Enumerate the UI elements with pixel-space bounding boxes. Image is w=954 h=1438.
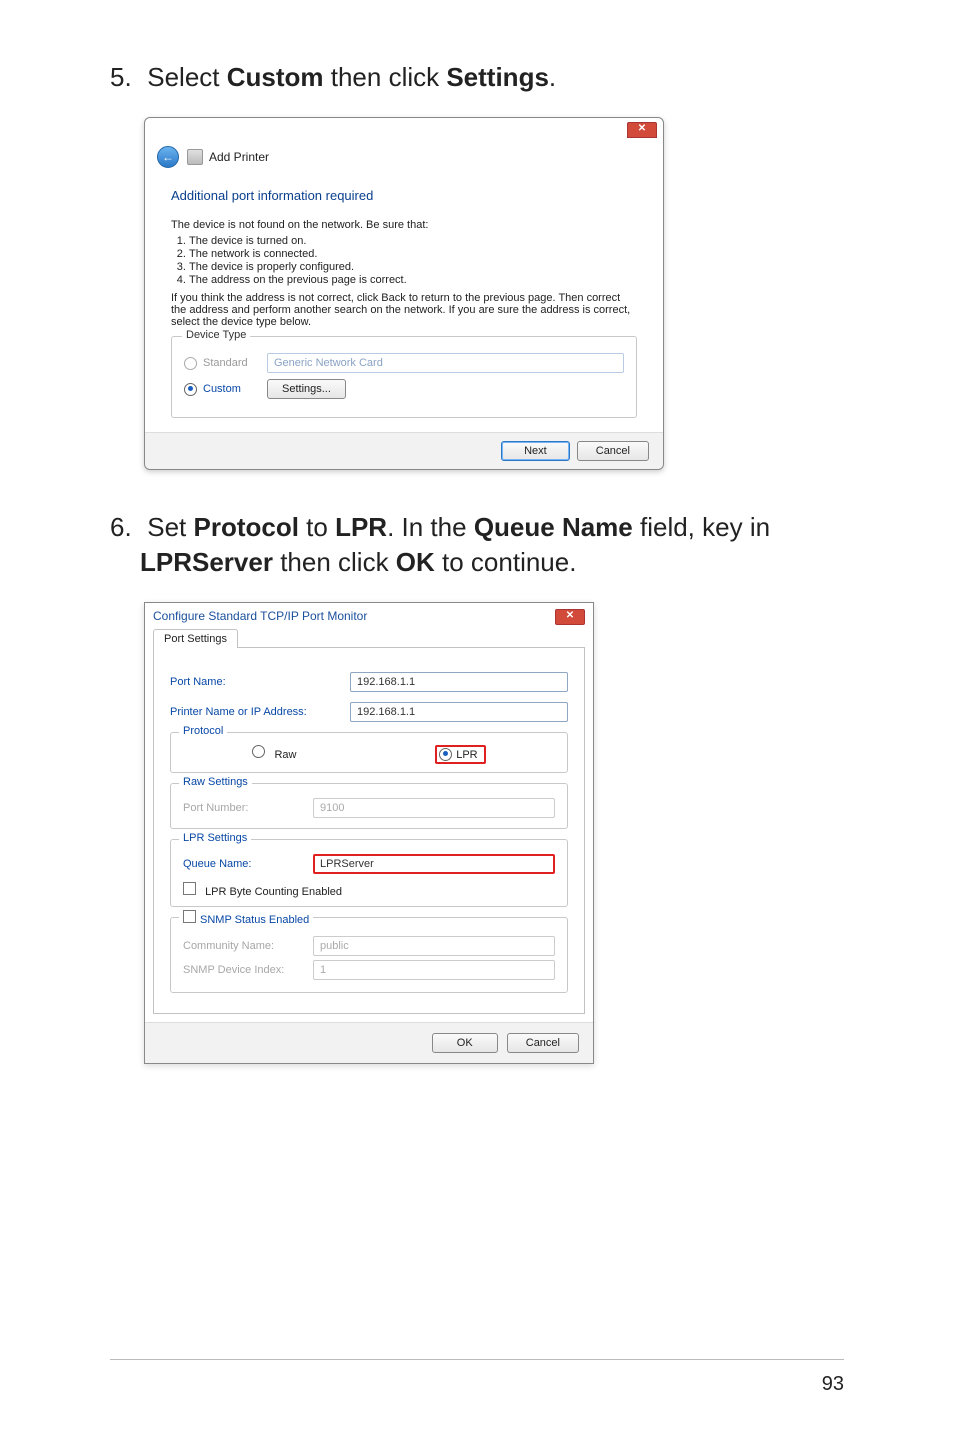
cancel-button[interactable]: Cancel	[577, 441, 649, 461]
list-item: The device is properly configured.	[189, 261, 637, 273]
cancel-button[interactable]: Cancel	[507, 1033, 579, 1053]
list-item: The device is turned on.	[189, 235, 637, 247]
page-number: 93	[822, 1373, 844, 1396]
lpr-radio[interactable]	[439, 748, 452, 761]
lpr-byte-label: LPR Byte Counting Enabled	[205, 886, 342, 898]
page-divider	[110, 1359, 844, 1360]
queue-label: Queue Name:	[183, 858, 313, 870]
snmp-group-label: SNMP Status Enabled	[179, 910, 313, 926]
devindex-input: 1	[313, 960, 555, 980]
dialog-subtitle: Additional port information required	[171, 188, 637, 203]
lpr-highlight: LPR	[435, 745, 485, 764]
address-input[interactable]: 192.168.1.1	[350, 702, 568, 722]
raw-radio[interactable]	[252, 745, 265, 758]
port-monitor-dialog: Configure Standard TCP/IP Port Monitor ✕…	[144, 602, 594, 1064]
close-icon[interactable]: ✕	[627, 122, 657, 138]
community-input: public	[313, 936, 555, 956]
lpr-label: LPR	[456, 749, 477, 761]
printer-icon	[187, 149, 203, 165]
portname-input[interactable]: 192.168.1.1	[350, 672, 568, 692]
group-label: Device Type	[182, 329, 250, 341]
device-type-group: Device Type Standard Generic Network Car…	[171, 336, 637, 418]
tab-port-settings[interactable]: Port Settings	[153, 629, 238, 648]
community-label: Community Name:	[183, 940, 313, 952]
settings-button[interactable]: Settings...	[267, 379, 346, 399]
close-icon[interactable]: ✕	[555, 609, 585, 625]
step5-text: 5. Select Custom then click Settings.	[110, 60, 844, 95]
dialog-title: Add Printer	[209, 150, 269, 164]
add-printer-dialog: ✕ ← Add Printer Additional port informat…	[144, 117, 664, 470]
portnum-input: 9100	[313, 798, 555, 818]
lpr-settings-group: LPR Settings Queue Name: LPRServer LPR B…	[170, 839, 568, 907]
requirements-list: The device is turned on. The network is …	[189, 235, 637, 286]
raw-settings-group: Raw Settings Port Number: 9100	[170, 783, 568, 829]
next-button[interactable]: Next	[501, 441, 570, 461]
raw-label: Raw	[274, 749, 296, 761]
step6-text: 6. Set Protocol to LPR. In the Queue Nam…	[110, 510, 844, 580]
snmp-checkbox[interactable]	[183, 910, 196, 923]
dialog2-title: Configure Standard TCP/IP Port Monitor	[153, 609, 367, 625]
list-item: The network is connected.	[189, 248, 637, 260]
custom-radio[interactable]	[184, 383, 197, 396]
lpr-settings-label: LPR Settings	[179, 832, 251, 844]
custom-label: Custom	[203, 383, 267, 395]
list-item: The address on the previous page is corr…	[189, 274, 637, 286]
protocol-group: Protocol Raw LPR	[170, 732, 568, 773]
address-label: Printer Name or IP Address:	[170, 706, 350, 718]
snmp-group: SNMP Status Enabled Community Name: publ…	[170, 917, 568, 993]
queue-input[interactable]: LPRServer	[313, 854, 555, 874]
standard-radio[interactable]	[184, 357, 197, 370]
back-icon[interactable]: ←	[157, 146, 179, 168]
protocol-label: Protocol	[179, 725, 227, 737]
standard-dropdown: Generic Network Card	[267, 353, 624, 373]
lpr-byte-checkbox[interactable]	[183, 882, 196, 895]
standard-label: Standard	[203, 357, 267, 369]
raw-settings-label: Raw Settings	[179, 776, 252, 788]
devindex-label: SNMP Device Index:	[183, 964, 313, 976]
intro-text: The device is not found on the network. …	[171, 219, 637, 231]
instruction-para: If you think the address is not correct,…	[171, 292, 637, 328]
ok-button[interactable]: OK	[432, 1033, 498, 1053]
portnum-label: Port Number:	[183, 802, 313, 814]
portname-label: Port Name:	[170, 676, 350, 688]
